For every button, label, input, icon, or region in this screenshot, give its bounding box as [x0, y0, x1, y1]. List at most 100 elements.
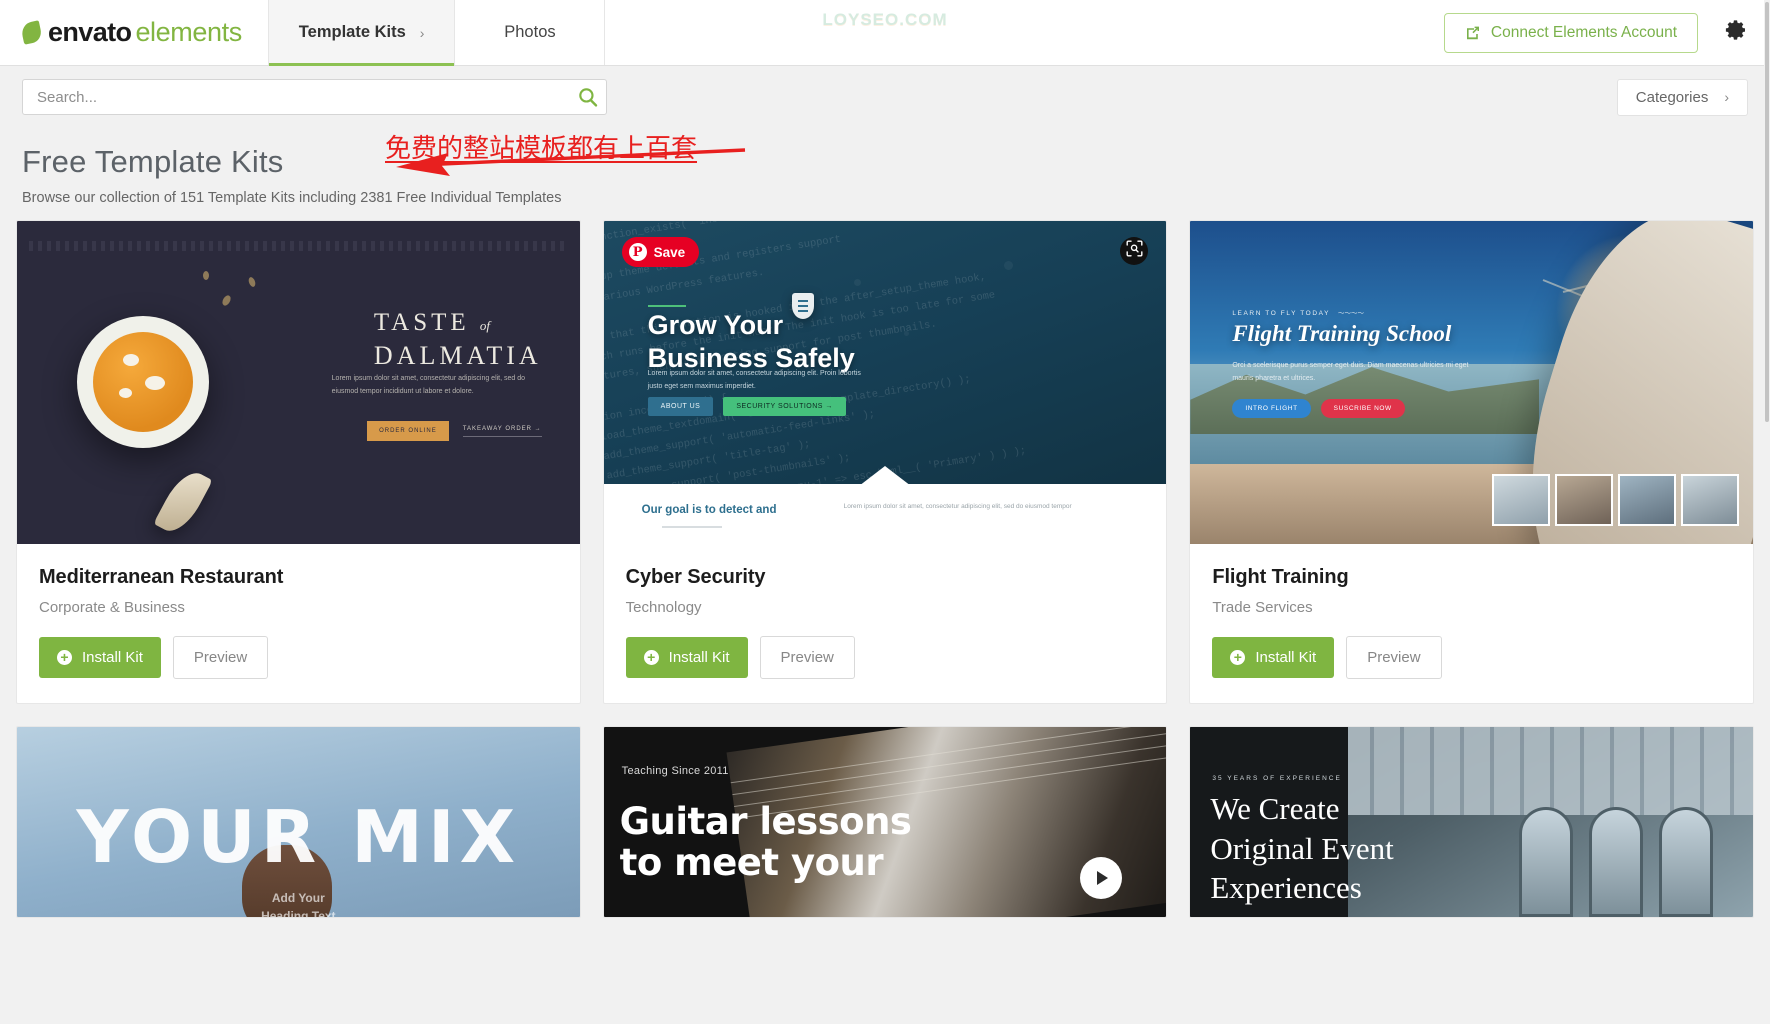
categories-label: Categories [1635, 88, 1709, 106]
gallery-image [1492, 474, 1550, 526]
thumb-gallery [1492, 474, 1739, 526]
card-thumbnail[interactable]: if ( ! function_exists( 'incode_setup' )… [603, 221, 1167, 544]
thumb-button-primary: ABOUT US [647, 397, 714, 416]
card-thumbnail[interactable]: LEARN TO FLY TODAY 〜〜〜〜 Flight Training S… [1190, 221, 1753, 544]
gallery-image [1555, 474, 1613, 526]
thumb-headline: Flight Training School [1232, 321, 1452, 346]
pinterest-icon: P [628, 243, 647, 261]
thumb-buttons: INTRO FLIGHT SUSCRIBE NOW [1232, 399, 1405, 418]
main-nav-tabs: Template Kits › Photos [267, 0, 606, 66]
tab-template-kits-label: Template Kits [298, 23, 406, 41]
arch-window-graphic [1589, 807, 1643, 917]
plus-circle-icon: + [57, 650, 72, 665]
template-kit-card[interactable]: if ( ! function_exists( 'incode_setup' )… [602, 220, 1168, 704]
shield-icon [791, 293, 814, 319]
seed [220, 293, 233, 308]
seed [247, 276, 257, 288]
thumb-subline: Add Your Heading Text [17, 889, 580, 917]
connect-elements-account-label: Connect Elements Account [1490, 23, 1677, 41]
plus-circle-icon: + [1230, 650, 1246, 665]
brand-secondary: elements [135, 17, 242, 47]
thumb-eyebrow: 35 YEARS OF EXPERIENCE [1212, 775, 1342, 782]
thumb-headline-l2: Original Event [1210, 830, 1394, 866]
thumb-headline-l1: TASTE [373, 309, 470, 336]
card-actions: + Install Kit Preview [39, 636, 558, 679]
card-title: Mediterranean Restaurant [39, 566, 284, 588]
categories-button[interactable]: Categories › [1616, 78, 1748, 116]
install-kit-button[interactable]: + Install Kit [1212, 637, 1335, 678]
thumb-notch [858, 466, 911, 486]
thumb-button-primary: INTRO FLIGHT [1232, 399, 1311, 418]
install-kit-button[interactable]: + Install Kit [625, 637, 748, 678]
install-kit-label: Install Kit [668, 649, 730, 666]
template-kit-card[interactable]: Teaching Since 2011 Guitar lessons to me… [602, 726, 1168, 918]
envato-elements-logo[interactable]: envato elements [0, 0, 268, 65]
thumb-button-secondary: SECURITY SOLUTIONS → [723, 397, 846, 416]
search-input[interactable] [22, 79, 607, 115]
card-body: Mediterranean Restaurant Corporate & Bus… [17, 544, 580, 703]
pinterest-save-button[interactable]: P Save [621, 237, 700, 267]
card-body: Flight Training Trade Services + Install… [1190, 544, 1753, 703]
play-icon [1097, 871, 1109, 885]
thumb-eyebrow: LEARN TO FLY TODAY 〜〜〜〜 [1232, 307, 1364, 317]
thumb-button-secondary: TAKEAWAY ORDER → [462, 426, 542, 437]
card-thumbnail[interactable]: Teaching Since 2011 Guitar lessons to me… [603, 727, 1167, 917]
card-title: Flight Training [1212, 566, 1349, 588]
card-body: Cyber Security Technology + Install Kit … [604, 544, 1167, 703]
connect-elements-account-button[interactable]: Connect Elements Account [1443, 12, 1698, 53]
thumb-buttons: ORDER ONLINE TAKEAWAY ORDER → [367, 421, 542, 441]
glow-dot [853, 279, 861, 286]
card-actions: + Install Kit Preview [625, 636, 1145, 679]
crumb [119, 388, 132, 398]
crumb [123, 354, 139, 366]
thumb-subline-1: Add Your [271, 891, 325, 905]
thumb-headline: Guitar lessons to meet your [620, 801, 912, 884]
search-icon[interactable] [577, 86, 599, 108]
soup-graphic [93, 332, 193, 432]
card-thumbnail[interactable]: 35 YEARS OF EXPERIENCE We Create Origina… [1190, 727, 1753, 917]
thumb-headline-l2: to meet your [619, 841, 884, 885]
brand-primary: envato [48, 17, 132, 47]
leaf-graphic [153, 465, 213, 539]
card-category: Corporate & Business [39, 599, 185, 616]
thumb-paragraph: Orci a scelerisque purus semper eget dui… [1232, 362, 1469, 383]
settings-button[interactable] [1724, 18, 1748, 47]
glow-dot [1003, 261, 1013, 270]
gear-icon [1724, 18, 1748, 47]
header-right-actions: Connect Elements Account [1443, 0, 1770, 65]
thumb-headline-of: of [479, 318, 491, 333]
thumb-headline: YOUR MIX [76, 795, 521, 879]
annotation-text: 免费的整站模板都有上百套 [385, 134, 698, 164]
focus-search-icon [1126, 240, 1143, 262]
thumb-strip-rule [661, 526, 722, 528]
template-kit-card[interactable]: YOUR MIX Add Your Heading Text [16, 726, 581, 918]
thumb-headline: Grow Your Business Safely [648, 309, 855, 375]
gallery-image [1681, 474, 1739, 526]
thumb-subline-2: Heading Text [261, 909, 336, 917]
card-thumbnail[interactable]: TASTE of DALMATIA Lorem ipsum dolor sit … [17, 221, 580, 544]
card-category: Technology [625, 599, 702, 616]
thumb-paragraph: Lorem ipsum dolor sit amet, consectetur … [647, 370, 861, 391]
install-kit-label: Install Kit [1255, 649, 1317, 666]
thumb-eyebrow: Teaching Since 2011 [621, 765, 729, 777]
search-container [22, 79, 607, 115]
decorative-squiggle: 〜〜〜〜 [1338, 310, 1365, 317]
preview-button[interactable]: Preview [172, 636, 269, 679]
page-scrollbar[interactable] [1764, 0, 1770, 1024]
card-actions: + Install Kit Preview [1212, 636, 1731, 679]
leaf-icon [20, 20, 43, 45]
thumb-headline: We Create Original Event Experiences [1210, 789, 1393, 908]
template-kits-grid: TASTE of DALMATIA Lorem ipsum dolor sit … [0, 206, 1770, 918]
install-kit-button[interactable]: + Install Kit [39, 637, 161, 678]
chevron-right-icon: › [419, 24, 425, 41]
template-kit-card[interactable]: 35 YEARS OF EXPERIENCE We Create Origina… [1189, 726, 1754, 918]
scrollbar-thumb[interactable] [1765, 2, 1769, 422]
tab-photos[interactable]: Photos [455, 0, 606, 65]
preview-button[interactable]: Preview [759, 636, 855, 679]
thumb-strip-headline: Our goal is to detect and [641, 504, 777, 516]
template-kit-card[interactable]: TASTE of DALMATIA Lorem ipsum dolor sit … [16, 220, 581, 704]
template-kit-card[interactable]: LEARN TO FLY TODAY 〜〜〜〜 Flight Training S… [1189, 220, 1754, 704]
tab-template-kits[interactable]: Template Kits › [267, 0, 456, 66]
card-thumbnail[interactable]: YOUR MIX Add Your Heading Text [17, 727, 580, 917]
preview-button[interactable]: Preview [1346, 636, 1442, 679]
